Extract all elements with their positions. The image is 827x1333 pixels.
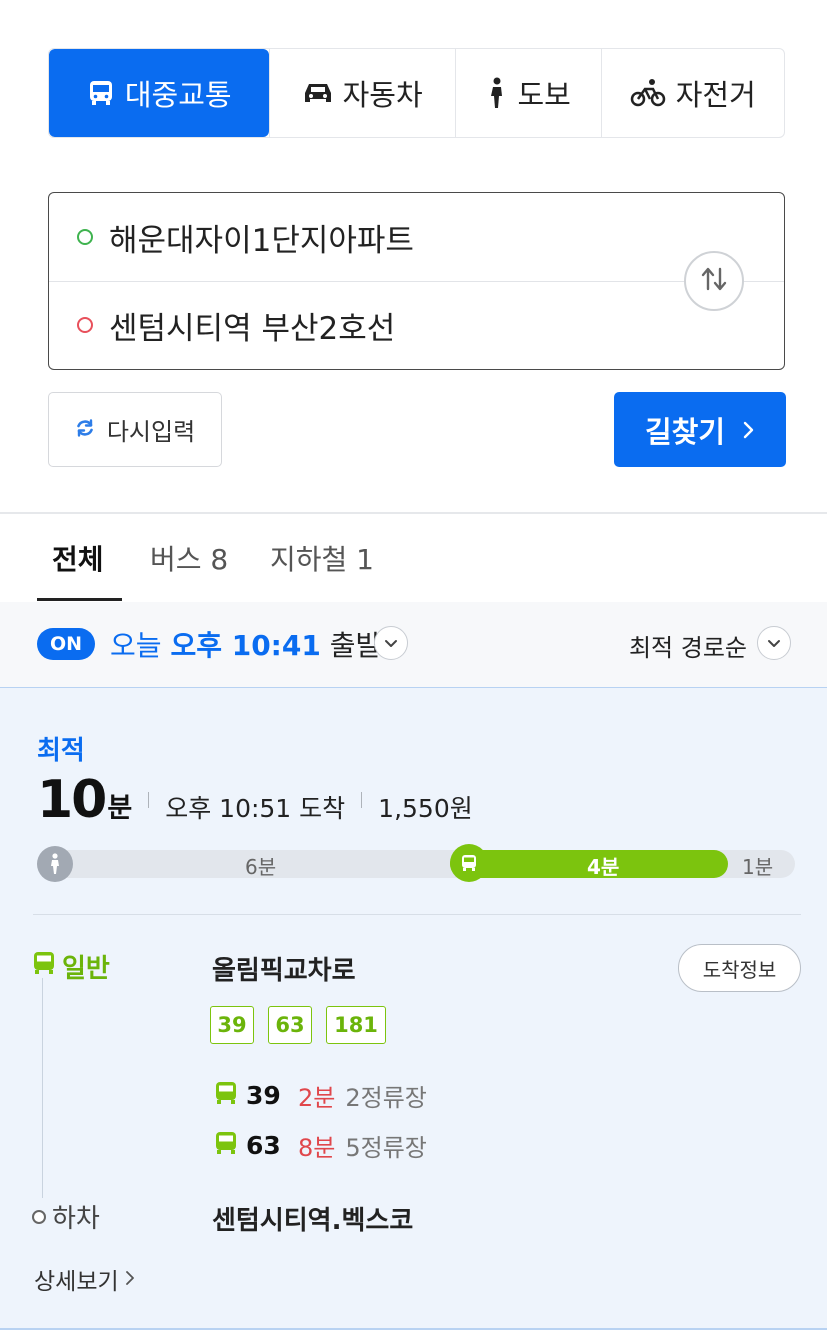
bus-segment-icon xyxy=(450,844,488,882)
arrival-info-button[interactable]: 도착정보 xyxy=(678,944,801,992)
chevron-down-icon xyxy=(384,634,398,653)
departure-time-text[interactable]: 오늘 오후 10:41 출발 xyxy=(110,624,381,664)
best-route-badge: 최적 xyxy=(37,736,85,766)
duration-unit: 분 xyxy=(107,793,133,824)
tab-transit-label: 대중교통 xyxy=(124,78,232,112)
destination-dot-icon xyxy=(77,317,93,333)
view-details-label: 상세보기 xyxy=(34,1269,119,1295)
swap-icon xyxy=(699,266,729,296)
summary-divider xyxy=(148,792,150,808)
tab-car-label: 자동차 xyxy=(342,78,423,112)
alight-text: 하차 xyxy=(52,1204,100,1234)
origin-dot-icon xyxy=(77,229,93,245)
car-icon xyxy=(303,80,333,106)
walk-segment-duration: 6분 xyxy=(245,855,277,879)
tab-walk[interactable]: 도보 xyxy=(454,49,601,137)
arrival-route-number: 63 xyxy=(246,1131,281,1160)
bus-type-text: 일반 xyxy=(62,954,110,984)
walk-icon xyxy=(486,77,508,109)
arrival-time: 오후 10:51 도착 xyxy=(165,794,346,823)
bus-icon xyxy=(87,79,115,107)
route-summary: 10 분 오후 10:51 도착 1,550원 xyxy=(37,770,473,830)
bicycle-icon xyxy=(630,78,666,108)
arrival-eta: 8분 xyxy=(298,1134,336,1162)
chevron-down-icon xyxy=(767,634,781,653)
duration-value: 10 xyxy=(37,770,107,830)
arrival-stops-away: 2정류장 xyxy=(345,1084,427,1112)
route-chip[interactable]: 39 xyxy=(210,1006,254,1044)
sort-order-label[interactable]: 최적 경로순 xyxy=(629,628,747,663)
bus-icon xyxy=(214,1081,238,1111)
result-tabs: 전체 버스 8 지하철 1 xyxy=(0,514,827,602)
tab-all[interactable]: 전체 xyxy=(52,538,104,578)
final-walk-duration: 1분 xyxy=(742,855,774,879)
route-step-line xyxy=(42,978,43,1198)
depart-prefix: 오늘 xyxy=(110,629,162,662)
bus-type-label: 일반 xyxy=(32,948,110,985)
search-route-label: 길찾기 xyxy=(644,414,726,449)
bus-icon xyxy=(32,951,56,982)
tab-bicycle-label: 자전거 xyxy=(675,78,756,112)
destination-field[interactable]: 센텀시티역 부산2호선 xyxy=(49,281,784,369)
alight-label: 하차 xyxy=(32,1198,100,1235)
result-bottom-border xyxy=(0,1328,827,1330)
tab-car[interactable]: 자동차 xyxy=(269,49,455,137)
arrival-row: 63 8분 5정류장 xyxy=(214,1128,427,1163)
tab-bicycle[interactable]: 자전거 xyxy=(600,49,785,137)
origin-field[interactable]: 해운대자이1단지아파트 xyxy=(49,193,784,281)
tab-walk-label: 도보 xyxy=(517,78,571,112)
destination-value: 센텀시티역 부산2호선 xyxy=(109,310,396,347)
refresh-icon xyxy=(75,416,95,444)
route-chip[interactable]: 181 xyxy=(326,1006,386,1044)
reset-button-label: 다시입력 xyxy=(106,418,196,446)
transport-mode-tabs: 대중교통 자동차 도보 자전거 xyxy=(48,48,785,138)
view-details-link[interactable]: 상세보기 xyxy=(34,1262,135,1296)
sort-order-dropdown[interactable] xyxy=(757,626,791,660)
search-route-button[interactable]: 길찾기 xyxy=(614,392,786,467)
depart-time: 오후 10:41 xyxy=(170,629,321,662)
active-tab-indicator xyxy=(37,598,122,601)
chevron-right-icon xyxy=(743,413,755,447)
swap-button[interactable] xyxy=(684,251,744,311)
bus-route-chips: 39 63 181 xyxy=(210,1006,386,1044)
summary-divider xyxy=(361,792,363,808)
origin-value: 해운대자이1단지아파트 xyxy=(109,222,414,259)
board-stop-name: 올림픽교차로 xyxy=(212,956,356,986)
alight-dot-icon xyxy=(32,1209,46,1224)
arrival-route-number: 39 xyxy=(246,1081,281,1110)
alight-stop-name: 센텀시티역.벡스코 xyxy=(212,1206,414,1236)
bus-segment-duration: 4분 xyxy=(587,855,620,879)
route-input-box: 해운대자이1단지아파트 센텀시티역 부산2호선 xyxy=(48,192,785,370)
route-timeline: 6분 4분 1분 xyxy=(37,844,795,882)
walk-segment-icon xyxy=(37,846,73,882)
arrival-stops-away: 5정류장 xyxy=(345,1134,427,1162)
tab-bus[interactable]: 버스 8 xyxy=(150,538,228,578)
card-divider xyxy=(33,914,801,915)
route-chip[interactable]: 63 xyxy=(268,1006,312,1044)
arrival-eta: 2분 xyxy=(298,1084,336,1112)
bus-icon xyxy=(214,1131,238,1161)
realtime-on-badge[interactable]: ON xyxy=(37,628,95,660)
tab-subway[interactable]: 지하철 1 xyxy=(270,538,374,578)
arrival-row: 39 2분 2정류장 xyxy=(214,1078,427,1113)
tab-transit[interactable]: 대중교통 xyxy=(49,49,270,137)
departure-time-dropdown[interactable] xyxy=(374,626,408,660)
fare: 1,550원 xyxy=(378,794,473,823)
route-result-card[interactable]: 최적 10 분 오후 10:51 도착 1,550원 6분 4분 1분 일반 올… xyxy=(0,688,827,1330)
chevron-right-icon xyxy=(125,1266,135,1292)
reset-button[interactable]: 다시입력 xyxy=(48,392,222,467)
filter-bar: ON 오늘 오후 10:41 출발 최적 경로순 xyxy=(0,602,827,688)
